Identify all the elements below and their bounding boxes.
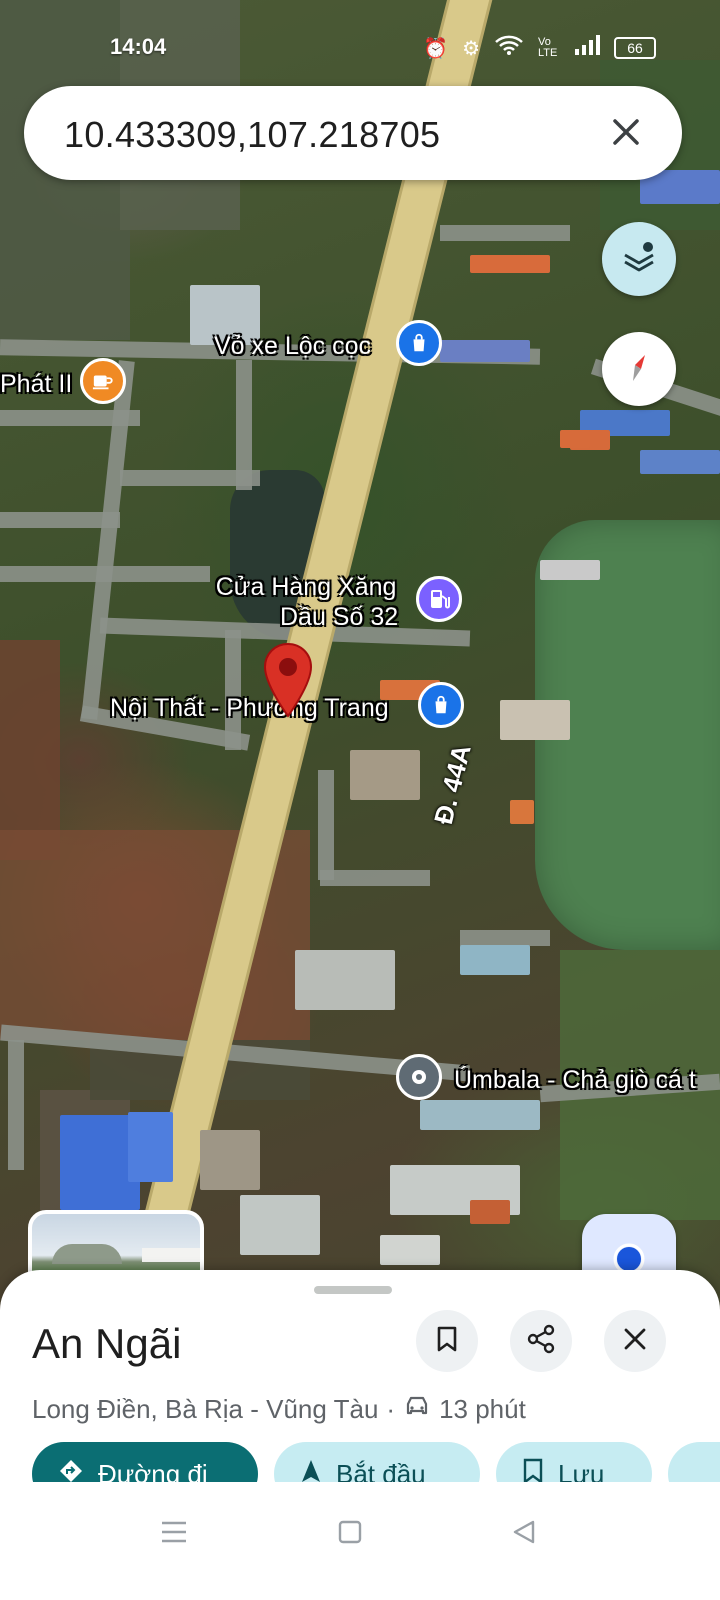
place-label-vo-xe[interactable]: Vỏ xe Lộc cọc — [214, 332, 371, 361]
search-input[interactable]: 10.433309,107.218705 — [64, 114, 440, 156]
network-type: Vo LTE — [538, 36, 558, 59]
settings-icon: ⚙ — [462, 37, 480, 60]
signal-icon — [574, 35, 600, 61]
search-bar[interactable]: 10.433309,107.218705 — [24, 86, 682, 180]
share-icon — [526, 1324, 556, 1359]
place-label-noi-that[interactable]: Nội Thất - Phương Trang — [110, 694, 389, 723]
place-subtitle: Long Điền, Bà Rịa - Vũng Tàu · 13 phút — [32, 1394, 526, 1425]
layers-button[interactable] — [602, 222, 676, 296]
place-title: An Ngãi — [32, 1320, 182, 1367]
share-button[interactable] — [510, 1310, 572, 1372]
battery-icon: 66 — [614, 37, 656, 59]
separator: · — [386, 1394, 396, 1424]
place-icon[interactable] — [396, 1054, 442, 1100]
wifi-icon — [494, 34, 524, 62]
layers-icon — [619, 237, 659, 282]
place-label-gas-line1: Cửa Hàng Xăng — [215, 573, 397, 601]
status-bar: 14:04 ⏰ ⚙ Vo LTE 66 — [0, 28, 720, 68]
place-label-gas-line2: Dầu Số 32 — [280, 603, 399, 631]
alarm-icon: ⏰ — [423, 37, 449, 60]
menu-icon[interactable] — [152, 1510, 196, 1554]
close-icon[interactable] — [602, 108, 650, 156]
place-label-phat-ii[interactable]: Phát II — [0, 370, 72, 399]
back-icon[interactable] — [502, 1510, 546, 1554]
shopping-bag-icon[interactable] — [418, 682, 464, 728]
place-label-umbala[interactable]: Úmbala - Chả giò cá t — [454, 1066, 696, 1095]
drive-time: 13 phút — [439, 1394, 526, 1424]
bookmark-icon — [434, 1325, 460, 1358]
cafe-icon[interactable] — [80, 358, 126, 404]
red-pin-icon[interactable] — [262, 642, 314, 718]
shopping-bag-icon[interactable] — [396, 320, 442, 366]
bookmark-button[interactable] — [416, 1310, 478, 1372]
gas-station-icon[interactable] — [416, 576, 462, 622]
sheet-drag-handle[interactable] — [314, 1286, 392, 1294]
place-location: Long Điền, Bà Rịa - Vũng Tàu — [32, 1394, 379, 1424]
compass-button[interactable] — [602, 332, 676, 406]
compass-icon — [619, 347, 659, 392]
status-time: 14:04 — [110, 34, 167, 59]
system-nav-bar — [0, 1482, 720, 1600]
home-icon[interactable] — [328, 1510, 372, 1554]
car-icon — [403, 1394, 431, 1425]
close-icon — [623, 1327, 647, 1356]
place-label-gas-station[interactable]: Cửa Hàng Xăng Dầu Số 32 — [214, 572, 398, 632]
close-sheet-button[interactable] — [604, 1310, 666, 1372]
